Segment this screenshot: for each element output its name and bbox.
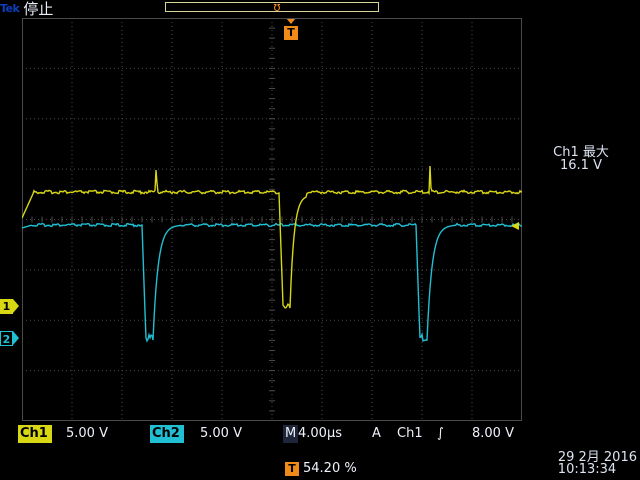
ch1-ground-marker[interactable]: 1: [0, 299, 20, 315]
ch1-tag[interactable]: Ch1: [18, 425, 52, 443]
ch2-ground-arrow-icon: [13, 331, 19, 345]
ch1-ground-arrow-icon: [13, 299, 19, 313]
ch2-ground-label: 2: [0, 331, 13, 346]
brand-header: Tek 停止: [0, 0, 60, 18]
trigger-level-arrow-icon[interactable]: [511, 222, 519, 230]
ch1-ground-label: 1: [0, 299, 13, 314]
rising-edge-icon: ∫: [437, 426, 444, 441]
status-bar: Ch1 5.00 V Ch2 5.00 V M 4.00μs A Ch1 ∫ 8…: [0, 425, 525, 443]
trigger-position-percent: 54.20 %: [303, 461, 357, 476]
acquisition-state: 停止: [23, 0, 54, 18]
trigger-position-icon: T: [285, 462, 299, 476]
ch1-scale: 5.00 V: [66, 426, 108, 441]
timebase-value[interactable]: 4.00μs: [298, 425, 342, 443]
measurement-value: 16.1 V: [560, 158, 602, 173]
graticule: [22, 18, 522, 421]
trigger-mode: A: [372, 426, 381, 441]
ch2-ground-marker[interactable]: 2: [0, 331, 20, 347]
trigger-level[interactable]: 8.00 V: [472, 425, 514, 443]
tek-logo: Tek: [0, 2, 20, 15]
trigger-source: Ch1: [397, 426, 423, 441]
trigger-position-in-record-icon: ʊ: [273, 0, 281, 14]
time-readout: 10:13:34: [557, 462, 617, 477]
waveform-display[interactable]: [22, 18, 522, 421]
ch2-tag[interactable]: Ch2: [150, 425, 184, 443]
timebase-mode: M: [283, 425, 299, 443]
ch2-scale: 5.00 V: [200, 426, 242, 441]
